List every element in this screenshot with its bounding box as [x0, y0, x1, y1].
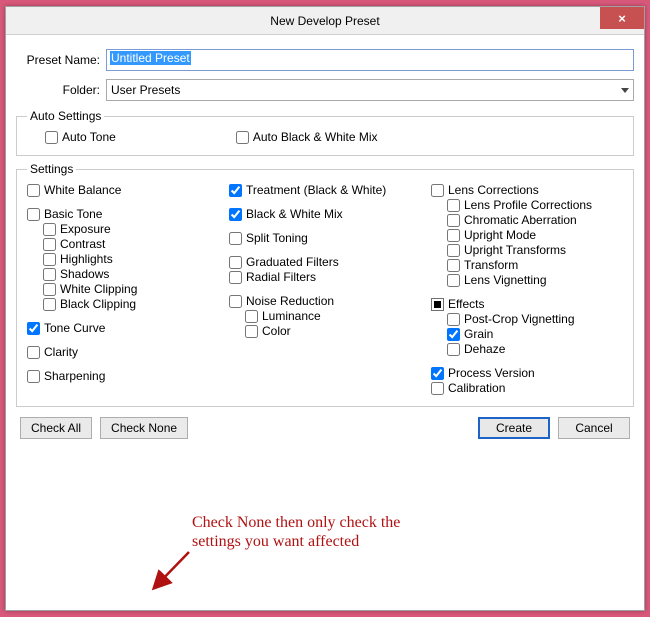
split-toning-checkbox[interactable]: Split Toning [229, 231, 421, 245]
chevron-down-icon [621, 88, 629, 93]
folder-select[interactable]: User Presets [106, 79, 634, 101]
white-balance-checkbox[interactable]: White Balance [27, 183, 219, 197]
annotation-text: Check None then only check the settings … [192, 513, 400, 551]
preset-name-value: Untitled Preset [110, 51, 191, 65]
bw-mix-checkbox[interactable]: Black & White Mix [229, 207, 421, 221]
clarity-checkbox[interactable]: Clarity [27, 345, 219, 359]
settings-group: Settings White Balance Basic Tone Exposu… [16, 162, 634, 407]
effects-checkbox[interactable]: Effects [431, 297, 623, 311]
lens-vignetting-checkbox[interactable]: Lens Vignetting [447, 273, 623, 287]
folder-value: User Presets [111, 83, 180, 97]
check-all-button[interactable]: Check All [20, 417, 92, 439]
folder-label: Folder: [16, 83, 106, 97]
calibration-checkbox[interactable]: Calibration [431, 381, 623, 395]
process-version-checkbox[interactable]: Process Version [431, 366, 623, 380]
noise-reduction-checkbox[interactable]: Noise Reduction [229, 294, 421, 308]
basic-tone-checkbox[interactable]: Basic Tone [27, 207, 219, 221]
chromatic-aberration-checkbox[interactable]: Chromatic Aberration [447, 213, 623, 227]
auto-settings-legend: Auto Settings [27, 109, 104, 123]
settings-col-2: Treatment (Black & White) Black & White … [229, 182, 421, 396]
create-button[interactable]: Create [478, 417, 550, 439]
luminance-checkbox[interactable]: Luminance [245, 309, 421, 323]
contrast-checkbox[interactable]: Contrast [43, 237, 219, 251]
auto-bw-mix-checkbox[interactable]: Auto Black & White Mix [236, 130, 378, 144]
preset-name-label: Preset Name: [16, 53, 106, 67]
dialog-window: New Develop Preset × Preset Name: Untitl… [5, 6, 645, 611]
window-title: New Develop Preset [6, 14, 644, 28]
check-none-button[interactable]: Check None [100, 417, 188, 439]
upright-mode-checkbox[interactable]: Upright Mode [447, 228, 623, 242]
radial-filters-checkbox[interactable]: Radial Filters [229, 270, 421, 284]
highlights-checkbox[interactable]: Highlights [43, 252, 219, 266]
grain-checkbox[interactable]: Grain [447, 327, 623, 341]
settings-col-1: White Balance Basic Tone Exposure Contra… [27, 182, 219, 396]
dialog-body: Preset Name: Untitled Preset Folder: Use… [6, 35, 644, 449]
titlebar: New Develop Preset × [6, 7, 644, 35]
treatment-checkbox[interactable]: Treatment (Black & White) [229, 183, 421, 197]
preset-name-input[interactable]: Untitled Preset [106, 49, 634, 71]
white-clipping-checkbox[interactable]: White Clipping [43, 282, 219, 296]
settings-col-3: Lens Corrections Lens Profile Correction… [431, 182, 623, 396]
upright-transforms-checkbox[interactable]: Upright Transforms [447, 243, 623, 257]
auto-settings-group: Auto Settings Auto Tone Auto Black & Whi… [16, 109, 634, 156]
dehaze-checkbox[interactable]: Dehaze [447, 342, 623, 356]
button-row: Check All Check None Create Cancel [16, 417, 634, 439]
exposure-checkbox[interactable]: Exposure [43, 222, 219, 236]
color-checkbox[interactable]: Color [245, 324, 421, 338]
close-icon: × [618, 11, 626, 26]
sharpening-checkbox[interactable]: Sharpening [27, 369, 219, 383]
black-clipping-checkbox[interactable]: Black Clipping [43, 297, 219, 311]
lens-corrections-checkbox[interactable]: Lens Corrections [431, 183, 623, 197]
tri-state-icon [431, 298, 444, 311]
lens-profile-checkbox[interactable]: Lens Profile Corrections [447, 198, 623, 212]
close-button[interactable]: × [600, 7, 644, 29]
tone-curve-checkbox[interactable]: Tone Curve [27, 321, 219, 335]
settings-legend: Settings [27, 162, 76, 176]
transform-checkbox[interactable]: Transform [447, 258, 623, 272]
annotation-arrow-icon [149, 547, 199, 597]
cancel-button[interactable]: Cancel [558, 417, 630, 439]
graduated-filters-checkbox[interactable]: Graduated Filters [229, 255, 421, 269]
shadows-checkbox[interactable]: Shadows [43, 267, 219, 281]
auto-tone-checkbox[interactable]: Auto Tone [45, 130, 116, 144]
post-crop-vignetting-checkbox[interactable]: Post-Crop Vignetting [447, 312, 623, 326]
